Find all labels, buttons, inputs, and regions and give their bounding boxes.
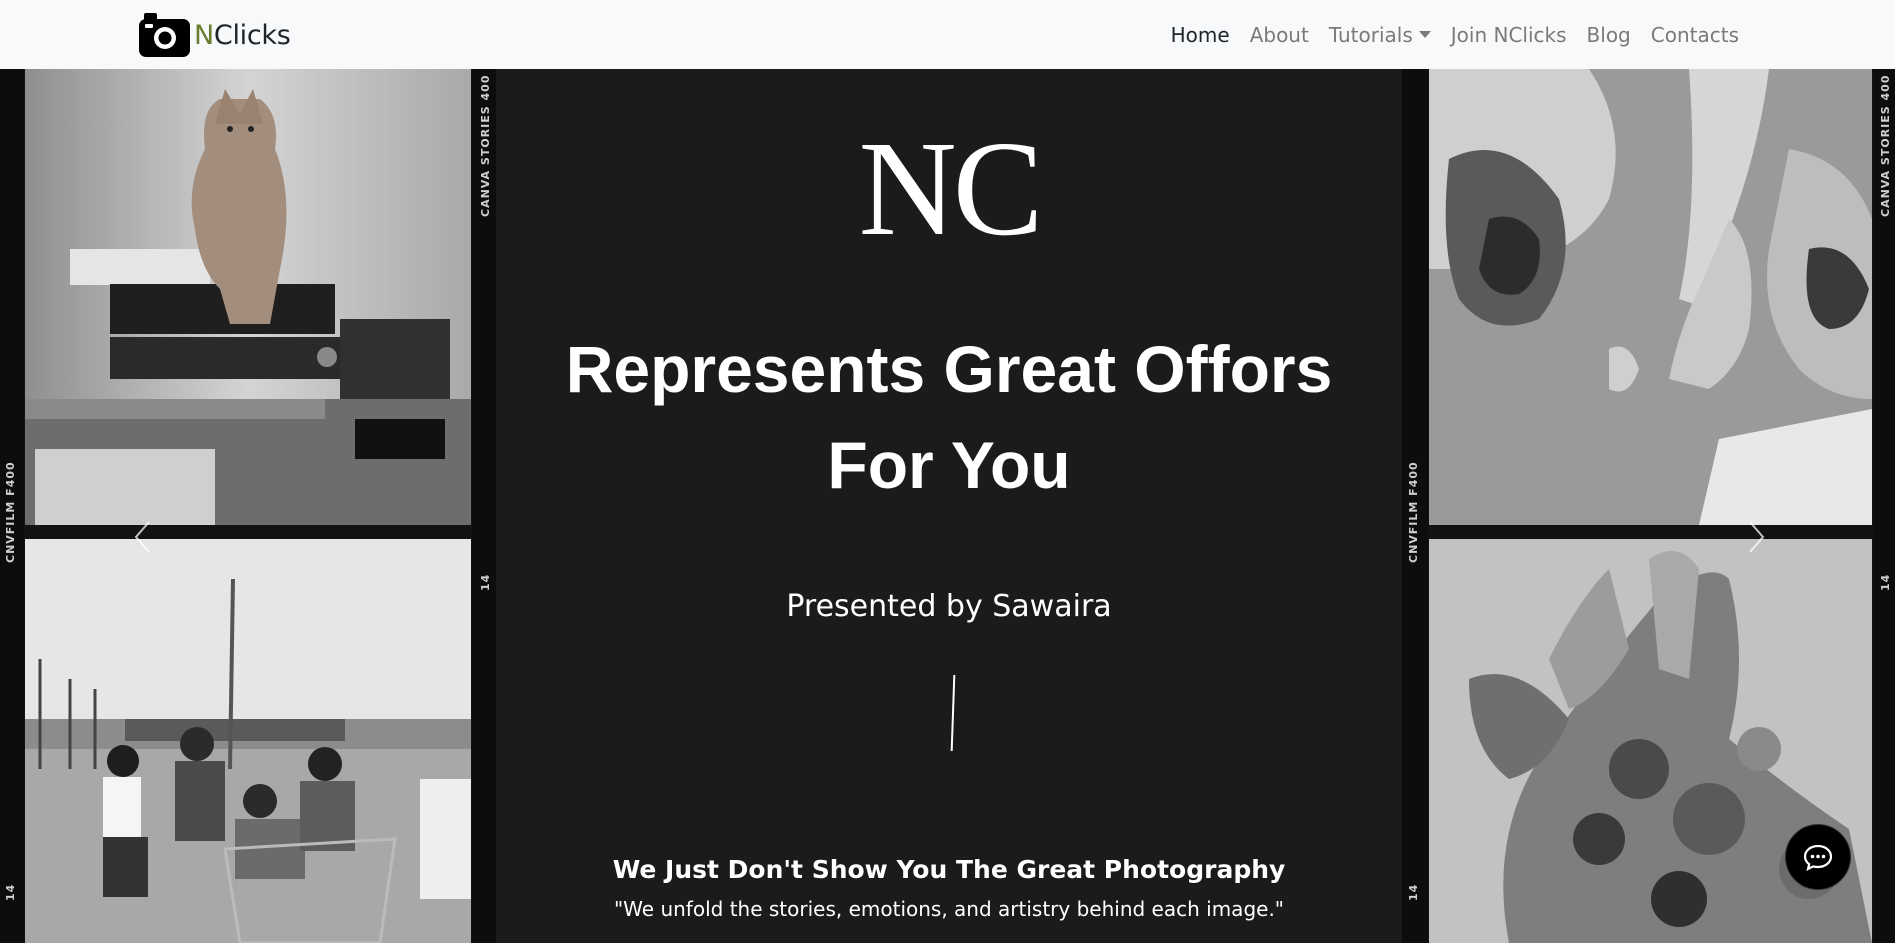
frame-number: 14 bbox=[4, 883, 17, 901]
film-strip-right: CNVFILM F400 CANVA STORIES 400 14 14 bbox=[1402, 69, 1895, 943]
film-label-right: CNVFILM F400 bbox=[1407, 461, 1420, 563]
vertical-divider bbox=[950, 674, 956, 752]
nav-blog[interactable]: Blog bbox=[1577, 21, 1641, 49]
navbar: NClicks Home About Tutorials Join NClick… bbox=[0, 0, 1895, 69]
chat-button[interactable] bbox=[1785, 824, 1851, 890]
hero-headline: Represents Great Offors For You bbox=[565, 332, 1333, 502]
carousel-prev-button[interactable] bbox=[127, 512, 157, 562]
nav-home[interactable]: Home bbox=[1161, 21, 1240, 49]
frame-number: 14 bbox=[1879, 573, 1892, 591]
photo-dancers-from-above bbox=[1429, 69, 1872, 525]
monogram: NC bbox=[858, 114, 1044, 264]
hero-tagline: We Just Don't Show You The Great Photogr… bbox=[612, 855, 1286, 884]
nav-tutorials-dropdown[interactable]: Tutorials bbox=[1319, 21, 1441, 49]
frame-number: 14 bbox=[479, 573, 492, 591]
nav-about[interactable]: About bbox=[1240, 21, 1319, 49]
carousel-next-button[interactable] bbox=[1742, 512, 1772, 562]
main-nav: Home About Tutorials Join NClicks Blog C… bbox=[1161, 21, 1749, 49]
film-strip-left: CNVFILM F400 CANVA STORIES 400 14 14 bbox=[0, 69, 496, 943]
caret-down-icon bbox=[1418, 31, 1431, 38]
brand-link[interactable]: NClicks bbox=[139, 13, 291, 57]
camera-icon bbox=[139, 13, 190, 57]
hero-content: NC Represents Great Offors For You Prese… bbox=[496, 69, 1402, 943]
film-label-left: CNVFILM F400 bbox=[4, 461, 17, 563]
film-label-right-top: CANVA STORIES 400 bbox=[1879, 74, 1892, 217]
film-label-left-top: CANVA STORIES 400 bbox=[479, 74, 492, 217]
photo-cat-on-stereo bbox=[25, 69, 471, 525]
nav-contacts[interactable]: Contacts bbox=[1641, 21, 1749, 49]
presented-by: Presented by Sawaira bbox=[786, 589, 1112, 624]
photo-friends-shopping-cart bbox=[25, 539, 471, 943]
chevron-left-icon bbox=[134, 521, 150, 553]
chat-bubble-icon bbox=[1803, 844, 1833, 872]
chevron-right-icon bbox=[1749, 521, 1765, 553]
hero-quote: "We unfold the stories, emotions, and ar… bbox=[613, 897, 1284, 921]
frame-number: 14 bbox=[1407, 883, 1420, 901]
brand-name: NClicks bbox=[194, 19, 291, 51]
hero-carousel: CNVFILM F400 CANVA STORIES 400 14 14 NC … bbox=[0, 69, 1895, 943]
nav-join[interactable]: Join NClicks bbox=[1441, 21, 1577, 49]
